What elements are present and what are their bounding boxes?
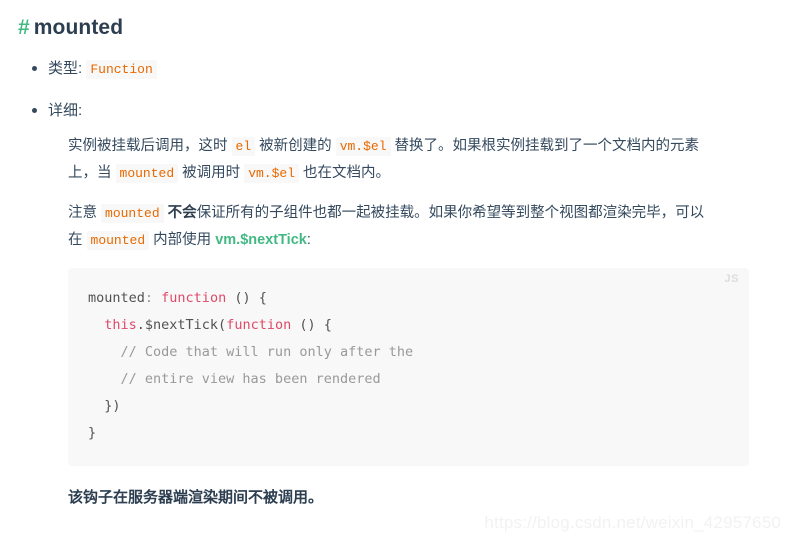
p1-code-mounted: mounted [115, 163, 179, 183]
code-token: function [161, 290, 227, 307]
code-block: JS mounted: function () { this.$nextTick… [68, 268, 749, 466]
document-page: # mounted 类型: Function 详细: 实例被挂载后调用，这时 el… [0, 0, 793, 537]
code-token: this [104, 317, 137, 334]
p1-code-vmel-1: vm.$el [335, 136, 391, 156]
p2-text-4: 内部使用 [149, 232, 216, 249]
detail-paragraph-2: 注意 mounted 不会保证所有的子组件也都一起被挂载。如果你希望等到整个视图… [68, 200, 716, 254]
p1-text-1: 实例被挂载后调用，这时 [68, 137, 232, 154]
detail-label: 详细: [48, 102, 83, 120]
heading-anchor-icon[interactable]: # [18, 16, 30, 39]
p1-code-el: el [231, 136, 256, 156]
page-title: # mounted [18, 14, 771, 41]
p2-text-1: 注意 [68, 205, 102, 222]
code-token: function [226, 317, 292, 334]
code-token: : [144, 290, 162, 307]
code-token: () { [291, 317, 332, 334]
p1-text-4: 被调用时 [178, 164, 245, 181]
type-label: 类型: [48, 60, 83, 78]
p2-bold-buhui: 不会 [167, 205, 197, 222]
list-item-detail: 详细: [18, 99, 771, 124]
p1-text-2: 被新创建的 [255, 137, 336, 154]
heading-text: mounted [33, 16, 124, 39]
p2-text-5: : [306, 232, 311, 249]
code-token: mounted [88, 290, 145, 307]
code-token: } [88, 424, 97, 441]
p2-code-mounted-2: mounted [86, 231, 150, 251]
watermark: https://blog.csdn.net/weixin_42957650 [484, 513, 781, 532]
list-item-type: 类型: Function [18, 57, 771, 82]
p1-code-vmel-2: vm.$el [244, 163, 300, 183]
detail-paragraph-1: 实例被挂载后调用，这时 el 被新创建的 vm.$el 替换了。如果根实例挂载到… [68, 133, 716, 187]
p2-code-mounted-1: mounted [101, 204, 164, 224]
code-token: .$nextTick( [136, 317, 227, 334]
code-token: }) [88, 397, 121, 414]
code-token: // entire view has been rendered [88, 370, 381, 387]
property-list: 类型: Function 详细: [18, 57, 771, 124]
code-token: // Code that will run only after the [88, 343, 414, 360]
code-token: () { [226, 290, 267, 307]
link-vm-nexttick[interactable]: vm.$nextTick [215, 232, 307, 248]
detail-body: 实例被挂载后调用，这时 el 被新创建的 vm.$el 替换了。如果根实例挂载到… [18, 133, 771, 466]
type-value-code: Function [86, 60, 157, 80]
code-block-content[interactable]: mounted: function () { this.$nextTick(fu… [88, 286, 725, 448]
p1-text-5: 也在文档内。 [299, 164, 391, 181]
code-language-label: JS [724, 273, 739, 286]
closing-note: 该钩子在服务器端渲染期间不被调用。 [68, 488, 324, 506]
